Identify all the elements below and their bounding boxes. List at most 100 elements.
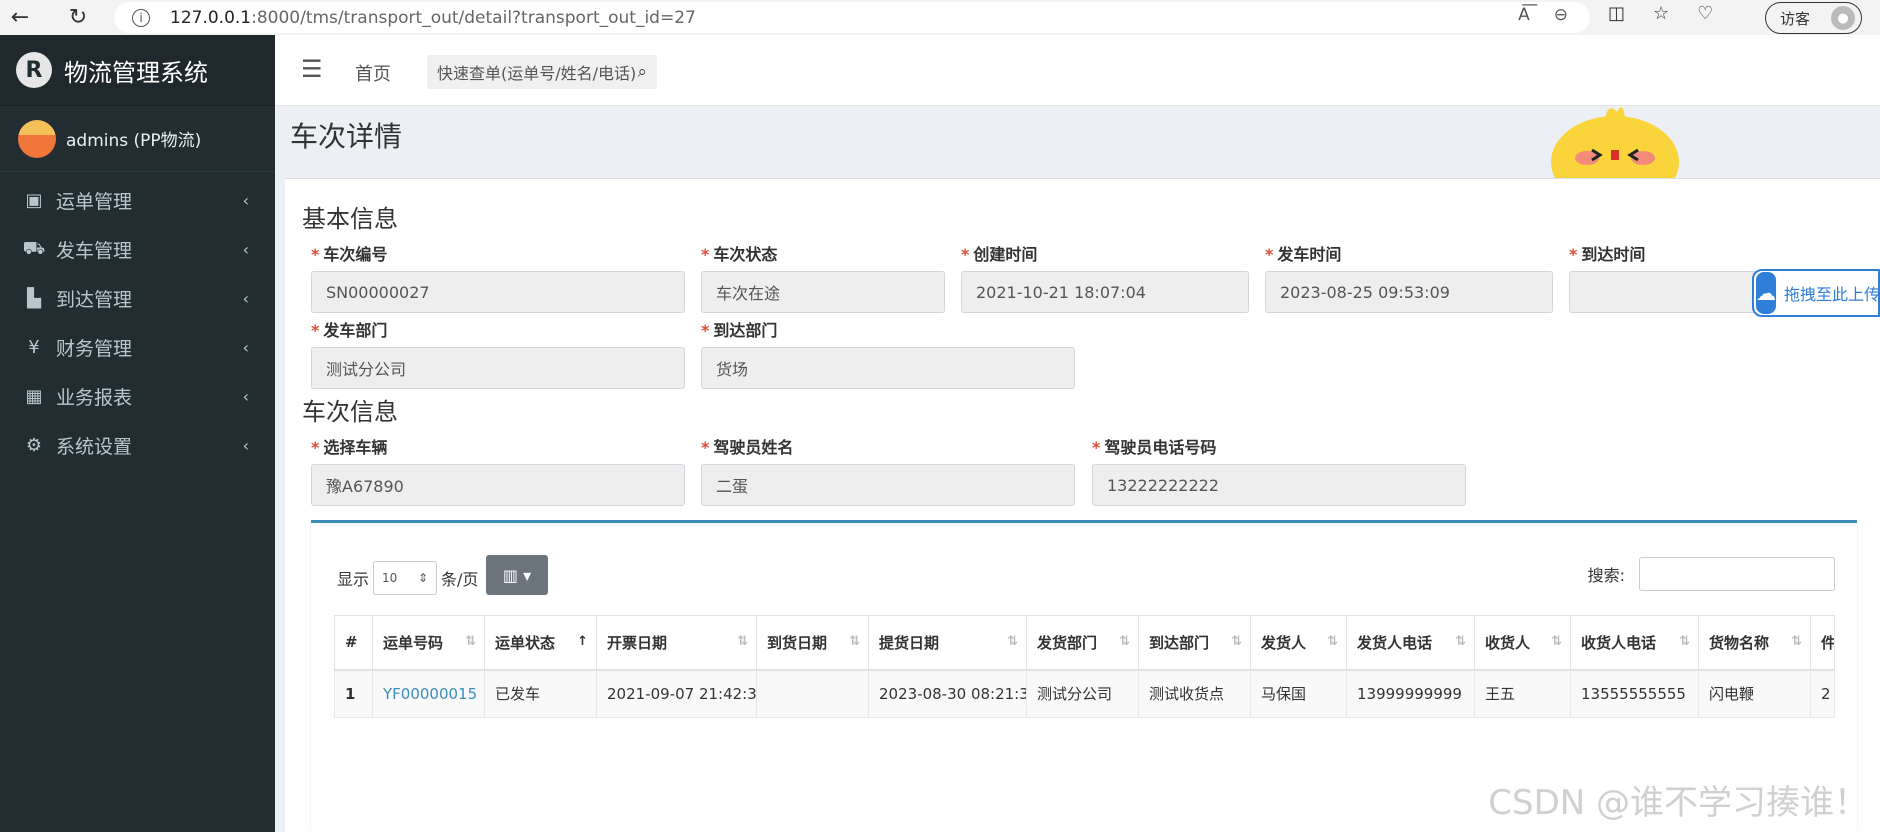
trip-no-input[interactable]: SN00000027	[311, 271, 685, 313]
table-row[interactable]: 1 YF00000015 已发车 2021-09-07 21:42:38 202…	[334, 669, 1835, 718]
field-label: 车次编号	[323, 245, 388, 264]
url-host: 127.0.0.1	[170, 7, 252, 28]
column-header[interactable]: #	[334, 615, 373, 671]
sort-icon: ⇅	[1119, 634, 1130, 649]
field-label: 到达时间	[1581, 245, 1646, 264]
column-header[interactable]: 到达部门 ⇅	[1138, 615, 1251, 671]
section-basic-info: 基本信息	[302, 205, 398, 233]
cloud-upload-icon: ☁	[1756, 272, 1776, 314]
driver-phone-input[interactable]: 13222222222	[1092, 464, 1466, 506]
avatar	[18, 119, 56, 158]
show-label: 显示	[337, 570, 370, 589]
user-panel[interactable]: admins (PP物流)	[0, 106, 275, 172]
depart-dept-input[interactable]: 测试分公司	[311, 347, 685, 389]
table-cell: 王五	[1474, 669, 1571, 718]
required-mark: *	[961, 245, 970, 264]
required-mark: *	[311, 321, 320, 340]
depart-time-input[interactable]: 2023-08-25 09:53:09	[1265, 271, 1553, 313]
sidebar-item-finance[interactable]: ¥ 财务管理 ‹	[0, 323, 275, 372]
menu-toggle-icon[interactable]: ☰	[301, 55, 323, 83]
field-label: 发车部门	[323, 321, 388, 340]
info-icon[interactable]: i	[132, 8, 150, 27]
required-mark: *	[701, 438, 710, 457]
sidebar-item-settings[interactable]: ⚙ 系统设置 ‹	[0, 421, 275, 470]
home-link[interactable]: 首页	[355, 60, 391, 86]
column-header[interactable]: 发货部门 ⇅	[1026, 615, 1139, 671]
sidebar-item-waybill[interactable]: ▣ 运单管理 ‹	[0, 176, 275, 225]
address-bar-icons: A͞ ⊖	[1518, 5, 1568, 25]
sidebar-item-arrival[interactable]: ▙ 到达管理 ‹	[0, 274, 275, 323]
table-cell: 13555555555	[1570, 669, 1699, 718]
sidebar-item-reports[interactable]: ▦ 业务报表 ‹	[0, 372, 275, 421]
vehicle-input[interactable]: 豫A67890	[311, 464, 685, 506]
column-header[interactable]: 收货人 ⇅	[1474, 615, 1571, 671]
reload-icon[interactable]: ↻	[58, 0, 98, 35]
table-cell: 2	[1810, 669, 1835, 718]
search-icon[interactable]: ⌕	[637, 62, 647, 82]
field-driver: * 驾驶员姓名 二蛋	[701, 434, 1075, 506]
page-length-control: 显示 10 ⇕ 条/页	[337, 561, 478, 595]
sort-icon: ⇅	[1327, 634, 1338, 649]
waybill-table: # 运单号码 ⇅ 运单状态 ↑ 开票日期 ⇅ 到货日期 ⇅ 提货日期 ⇅ 发货部门 ⇅ 到达…	[334, 615, 1835, 718]
column-header[interactable]: 运单号码 ⇅	[372, 615, 485, 671]
address-bar[interactable]: i 127.0.0.1:8000/tms/transport_out/detai…	[114, 2, 1590, 33]
quick-search-placeholder: 快速查单(运单号/姓名/电话)	[437, 64, 637, 83]
waybill-link[interactable]: YF00000015	[383, 685, 477, 703]
column-header[interactable]: 收货人电话 ⇅	[1570, 615, 1699, 671]
sidebar-item-label: 发车管理	[56, 240, 133, 262]
top-header: ☰ 首页 快速查单(运单号/姓名/电话) ⌕	[275, 35, 1880, 106]
zoom-out-icon[interactable]: ⊖	[1554, 5, 1568, 25]
table-search-input[interactable]	[1639, 557, 1835, 591]
drag-upload-label: 拖拽至此上传	[1784, 285, 1880, 304]
table-cell: 2021-09-07 21:42:38	[596, 669, 757, 718]
row-index: 1	[334, 669, 373, 718]
trip-status-input[interactable]: 车次在途	[701, 271, 945, 313]
sidebar-item-label: 财务管理	[56, 338, 133, 360]
page-size-select[interactable]: 10 ⇕	[373, 561, 438, 595]
brand[interactable]: R 物流管理系统	[0, 35, 275, 106]
required-mark: *	[1569, 245, 1578, 264]
back-icon[interactable]: ←	[0, 0, 40, 35]
quick-search-input[interactable]: 快速查单(运单号/姓名/电话) ⌕	[427, 55, 657, 89]
column-header[interactable]: 货物名称 ⇅	[1698, 615, 1811, 671]
sort-icon: ⇅	[1791, 634, 1802, 649]
arrive-dept-input[interactable]: 货场	[701, 347, 1075, 389]
created-time-input[interactable]: 2021-10-21 18:07:04	[961, 271, 1249, 313]
driver-name-input[interactable]: 二蛋	[701, 464, 1075, 506]
profile-button[interactable]: 访客 ●	[1765, 2, 1862, 34]
required-mark: *	[701, 321, 710, 340]
required-mark: *	[311, 245, 320, 264]
sort-updown-icon: ⇕	[417, 571, 429, 585]
column-header[interactable]: 到货日期 ⇅	[756, 615, 869, 671]
required-mark: *	[1265, 245, 1274, 264]
field-label: 创建时间	[973, 245, 1038, 264]
chevron-left-icon: ‹	[242, 191, 249, 210]
per-page-label: 条/页	[441, 570, 479, 589]
column-header[interactable]: 开票日期 ⇅	[596, 615, 757, 671]
yen-icon: ¥	[28, 337, 40, 358]
column-toggle-button[interactable]: ▥ ▾	[486, 555, 548, 595]
read-aloud-icon[interactable]: A͞	[1518, 5, 1530, 25]
brand-logo-icon: R	[16, 52, 52, 88]
sidebar-item-label: 系统设置	[56, 436, 133, 458]
drag-upload-badge[interactable]: ☁ 拖拽至此上传	[1752, 269, 1880, 317]
column-header[interactable]: 运单状态 ↑	[484, 615, 597, 671]
sort-icon: ⇅	[1551, 634, 1562, 649]
table-cell: 2023-08-30 08:21:37	[868, 669, 1027, 718]
split-screen-icon[interactable]: ◫	[1608, 3, 1625, 24]
column-header[interactable]: 件	[1810, 615, 1835, 671]
favorites-icon[interactable]: ☆	[1653, 3, 1669, 24]
sidebar-item-departure[interactable]: ⛟ 发车管理 ‹	[0, 225, 275, 274]
field-label: 发车时间	[1277, 245, 1342, 264]
sidebar-item-label: 业务报表	[56, 387, 133, 409]
column-header[interactable]: 提货日期 ⇅	[868, 615, 1027, 671]
section-trip-info: 车次信息	[302, 398, 398, 426]
waybill-number-cell: YF00000015	[372, 669, 485, 718]
column-header[interactable]: 发货人电话 ⇅	[1346, 615, 1475, 671]
user-name: admins (PP物流)	[66, 131, 202, 151]
column-header[interactable]: 发货人 ⇅	[1250, 615, 1347, 671]
field-label: 驾驶员姓名	[713, 438, 794, 457]
health-icon[interactable]: ♡	[1697, 3, 1713, 24]
field-created: * 创建时间 2021-10-21 18:07:04	[961, 241, 1249, 313]
sidebar-item-label: 到达管理	[56, 289, 133, 311]
